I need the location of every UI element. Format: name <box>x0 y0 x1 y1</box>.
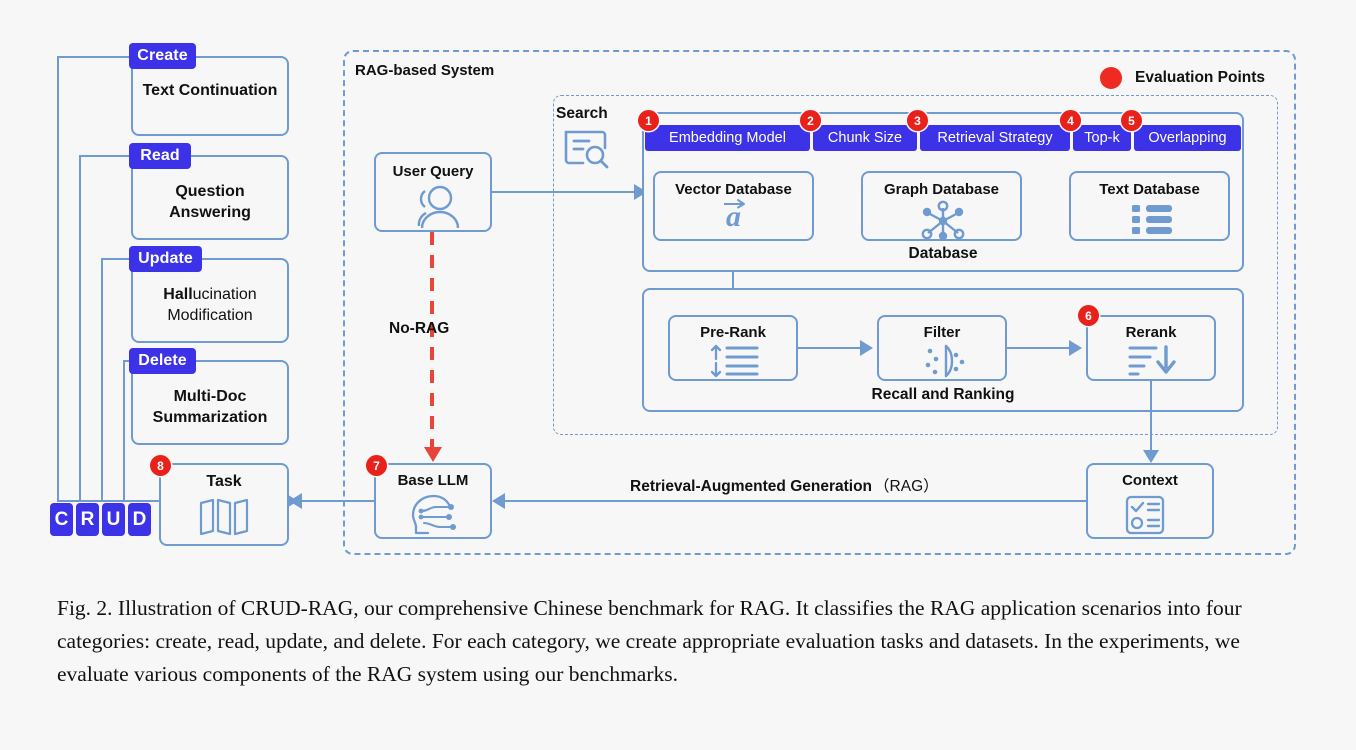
connector-update-h <box>101 258 131 260</box>
arrow-filter-to-rerank-head <box>1069 340 1082 356</box>
task-box-title: Task <box>206 473 242 490</box>
pre-rank-icon <box>710 344 759 378</box>
vector-a-glyph: a <box>655 199 812 233</box>
arrow-prerank-to-filter-head <box>860 340 873 356</box>
user-query-box: User Query <box>374 152 492 232</box>
arrow-llm-to-task-head <box>289 493 302 509</box>
figure-caption: Fig. 2. Illustration of CRUD-RAG, our co… <box>57 596 1242 686</box>
rag-arrow-label-paren: （RAG） <box>874 478 939 495</box>
evaluation-point-marker-icon <box>1100 67 1122 89</box>
eval-point-5[interactable]: 5 <box>1121 110 1142 131</box>
base-llm-title: Base LLM <box>397 472 469 489</box>
vector-database-box: Vector Database a <box>653 171 814 241</box>
database-group-label: Database <box>908 245 978 262</box>
rag-system-title: RAG-based System <box>355 62 495 79</box>
tag-retrieval-strategy[interactable]: Retrieval Strategy <box>920 125 1070 151</box>
checklist-icon <box>1125 495 1165 535</box>
crud-letters: C R U D <box>50 503 151 536</box>
connector-update-v <box>101 258 103 502</box>
tag-chunk-size[interactable]: Chunk Size <box>813 125 917 151</box>
legend-label: Evaluation Points <box>1135 69 1266 86</box>
crud-letter-c[interactable]: C <box>50 503 73 536</box>
no-rag-dashed-line <box>430 232 434 447</box>
arrow-context-to-llm-head <box>492 493 505 509</box>
arrow-rerank-to-context <box>1150 381 1152 452</box>
category-badge-delete[interactable]: Delete <box>129 348 196 374</box>
arrow-prerank-to-filter <box>798 347 860 349</box>
arrow-context-to-llm <box>505 500 1086 502</box>
eval-point-3[interactable]: 3 <box>907 110 928 131</box>
context-title: Context <box>1122 472 1178 489</box>
recall-ranking-group-label: Recall and Ranking <box>871 386 1015 403</box>
crud-letter-d[interactable]: D <box>128 503 151 536</box>
eval-point-7[interactable]: 7 <box>366 455 387 476</box>
category-task-read: Question Answering <box>169 183 251 221</box>
category-task-create: Text Continuation <box>142 82 278 99</box>
context-box: Context <box>1086 463 1214 539</box>
category-task-delete: Multi-Doc Summarization <box>152 388 268 426</box>
user-query-title: User Query <box>392 163 474 180</box>
crud-letter-u[interactable]: U <box>102 503 125 536</box>
base-llm-box: Base LLM <box>374 463 492 539</box>
graph-nodes-icon <box>921 200 965 241</box>
graph-database-box: Graph Database <box>861 171 1022 241</box>
category-task-update: Hallucination Modification <box>133 284 287 326</box>
connector-read-v <box>79 155 81 502</box>
tag-top-k[interactable]: Top-k <box>1073 125 1131 151</box>
tag-overlapping[interactable]: Overlapping <box>1134 125 1241 151</box>
arrow-filter-to-rerank <box>1007 347 1069 349</box>
rag-arrow-label-group: Retrieval-Augmented Generation （RAG） <box>630 474 939 496</box>
rerank-icon <box>1128 345 1176 376</box>
eval-point-8[interactable]: 8 <box>150 455 171 476</box>
pre-rank-label: Pre-Rank <box>700 324 766 341</box>
arrow-rerank-to-context-head <box>1143 450 1159 463</box>
config-tag-strip: Embedding Model Chunk Size Retrieval Str… <box>645 125 1241 151</box>
tag-embedding-model[interactable]: Embedding Model <box>645 125 810 151</box>
eval-point-4[interactable]: 4 <box>1060 110 1081 131</box>
list-icon <box>1132 205 1172 234</box>
connector-delete-v <box>123 360 125 502</box>
category-task-update-rest: ucination <box>192 286 257 303</box>
connector-create-h <box>57 56 131 58</box>
rerank-label: Rerank <box>1125 324 1177 341</box>
pre-rank-box: Pre-Rank <box>668 315 798 381</box>
llm-head-icon <box>411 494 456 535</box>
connector-read-h <box>79 155 131 157</box>
category-badge-update[interactable]: Update <box>129 246 202 272</box>
eval-point-2[interactable]: 2 <box>800 110 821 131</box>
vector-arrow-icon <box>724 199 745 209</box>
rag-arrow-label: Retrieval-Augmented Generation <box>630 478 873 495</box>
filter-label: Filter <box>923 324 961 341</box>
book-icon <box>199 498 249 536</box>
figure-canvas: Text Continuation Create Question Answer… <box>0 0 1356 750</box>
crud-letter-r[interactable]: R <box>76 503 99 536</box>
user-icon <box>417 185 460 229</box>
filter-icon <box>925 344 965 378</box>
no-rag-label: No-RAG <box>389 320 450 337</box>
category-badge-create[interactable]: Create <box>129 43 196 69</box>
category-task-update-bold: Hall <box>163 286 193 303</box>
filter-box: Filter <box>877 315 1007 381</box>
legend: Evaluation Points <box>1100 67 1265 89</box>
connector-create-v <box>57 56 59 502</box>
vector-database-label: Vector Database <box>675 181 792 198</box>
graph-database-label: Graph Database <box>883 181 1000 198</box>
text-database-label: Text Database <box>1099 181 1200 198</box>
eval-point-1[interactable]: 1 <box>638 110 659 131</box>
arrow-llm-to-task <box>302 500 374 502</box>
task-box: Task <box>159 463 289 546</box>
rerank-box: Rerank <box>1086 315 1216 381</box>
text-database-box: Text Database <box>1069 171 1230 241</box>
no-rag-arrowhead <box>424 447 442 462</box>
category-task-update-line2: Modification <box>167 307 253 324</box>
category-badge-read[interactable]: Read <box>129 143 191 169</box>
eval-point-6[interactable]: 6 <box>1078 305 1099 326</box>
